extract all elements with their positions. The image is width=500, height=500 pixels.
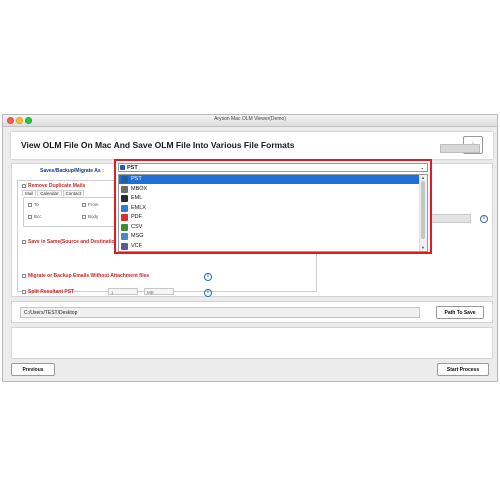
window-title: Aryson Mac OLM Viewer(Demo): [214, 116, 286, 122]
msg-icon: [121, 233, 128, 240]
format-option-vcf[interactable]: VCF: [119, 242, 421, 251]
format-option-label: PST: [131, 176, 142, 182]
filter-tabs: Mail Calendar Contact: [22, 190, 85, 196]
info-icon[interactable]: i: [480, 215, 488, 223]
format-dropdown[interactable]: PST ⌄ PST MBOX EML EMLX PDF CSV MSG VCF …: [114, 159, 432, 254]
saves-label: Saves/Backup/Migrate As :: [40, 168, 104, 174]
previous-button[interactable]: Previous: [11, 363, 55, 376]
tab-mail[interactable]: Mail: [22, 190, 37, 196]
tab-calendar[interactable]: Calendar: [37, 190, 62, 196]
bcc-checkbox[interactable]: [28, 214, 32, 219]
save-same-option[interactable]: Save in Same(Source and Destination Fo: [22, 239, 125, 245]
dropdown-scrollbar[interactable]: ▲ ▼: [419, 175, 427, 251]
format-option-label: EMLX: [131, 204, 146, 211]
field-body[interactable]: Body: [82, 214, 98, 219]
destination-path-input[interactable]: C:/Users/TEST/Desktop: [20, 307, 420, 318]
eml-icon: [121, 195, 128, 202]
format-option-label: CSV: [131, 223, 143, 230]
title-bar: Aryson Mac OLM Viewer(Demo): [3, 115, 497, 127]
format-option-label: MSG: [131, 233, 144, 239]
scroll-up-icon[interactable]: ▲: [421, 176, 425, 180]
split-pst-label: Split Resultant PST: [28, 289, 75, 295]
emlx-icon: [121, 204, 128, 212]
from-checkbox[interactable]: [82, 202, 86, 207]
split-size-stepper[interactable]: 1: [108, 288, 138, 295]
header-banner: View OLM File On Mac And Save OLM File I…: [11, 132, 493, 159]
vcf-icon: [121, 242, 128, 250]
field-to[interactable]: To: [28, 202, 39, 207]
pdf-icon: [121, 214, 128, 221]
start-process-button[interactable]: Start Process: [437, 363, 489, 376]
info-icon[interactable]: i: [204, 273, 212, 281]
field-from[interactable]: From: [82, 202, 99, 207]
csv-icon: [121, 223, 128, 231]
tab-contact[interactable]: Contact: [62, 190, 85, 196]
log-area: [11, 327, 493, 359]
pst-icon: [121, 176, 128, 183]
remove-duplicates-option[interactable]: Remove Duplicate Mails: [22, 183, 85, 189]
remove-duplicates-label: Remove Duplicate Mails: [28, 183, 86, 189]
format-list: PST MBOX EML EMLX PDF CSV MSG VCF ▲ ▼: [118, 174, 428, 252]
format-option-label: PDF: [131, 214, 142, 220]
format-option-label: VCF: [131, 242, 142, 249]
field-to-label: To: [34, 202, 39, 207]
format-option-pst[interactable]: PST: [119, 175, 421, 184]
format-option-mbox[interactable]: MBOX: [119, 185, 421, 194]
to-checkbox[interactable]: [28, 202, 32, 207]
format-option-label: EML: [131, 195, 143, 201]
format-option-emlx[interactable]: EMLX: [119, 204, 421, 213]
migrate-no-attachment-option[interactable]: Migrate or Backup Emails Without Attachm…: [22, 273, 149, 279]
save-same-label: Save in Same(Source and Destination Fo: [28, 239, 126, 245]
path-bar: C:/Users/TEST/Desktop Path To Save: [11, 301, 493, 323]
format-option-eml[interactable]: EML: [119, 194, 421, 203]
scroll-down-icon[interactable]: ▼: [421, 246, 425, 250]
migrate-no-attachment-label: Migrate or Backup Emails Without Attachm…: [28, 273, 150, 279]
chevron-down-icon: ⌄: [420, 165, 424, 170]
option-scrollbar[interactable]: [440, 144, 480, 153]
info-icon[interactable]: i: [204, 289, 212, 297]
path-to-save-button[interactable]: Path To Save: [436, 306, 484, 319]
format-option-msg[interactable]: MSG: [119, 232, 421, 241]
selected-format: PST: [127, 165, 138, 171]
format-option-label: MBOX: [131, 185, 148, 192]
pst-icon: [120, 165, 125, 170]
format-option-csv[interactable]: CSV: [119, 223, 421, 232]
migrate-no-attachment-checkbox[interactable]: [22, 273, 26, 278]
scroll-thumb[interactable]: [421, 181, 425, 239]
field-bcc[interactable]: Bcc: [28, 214, 42, 219]
split-pst-checkbox[interactable]: [22, 289, 26, 294]
field-from-label: From: [88, 202, 99, 207]
split-pst-option[interactable]: Split Resultant PST: [22, 289, 74, 295]
body-checkbox[interactable]: [82, 214, 86, 219]
mbox-icon: [121, 185, 128, 193]
save-same-checkbox[interactable]: [22, 239, 26, 244]
split-unit-select[interactable]: MB: [144, 288, 174, 295]
format-option-pdf[interactable]: PDF: [119, 213, 421, 222]
page-title: View OLM File On Mac And Save OLM File I…: [21, 140, 295, 150]
remove-duplicates-checkbox[interactable]: [22, 183, 26, 188]
format-select[interactable]: PST ⌄: [118, 163, 428, 172]
field-body-label: Body: [88, 214, 99, 219]
field-bcc-label: Bcc: [34, 214, 42, 219]
